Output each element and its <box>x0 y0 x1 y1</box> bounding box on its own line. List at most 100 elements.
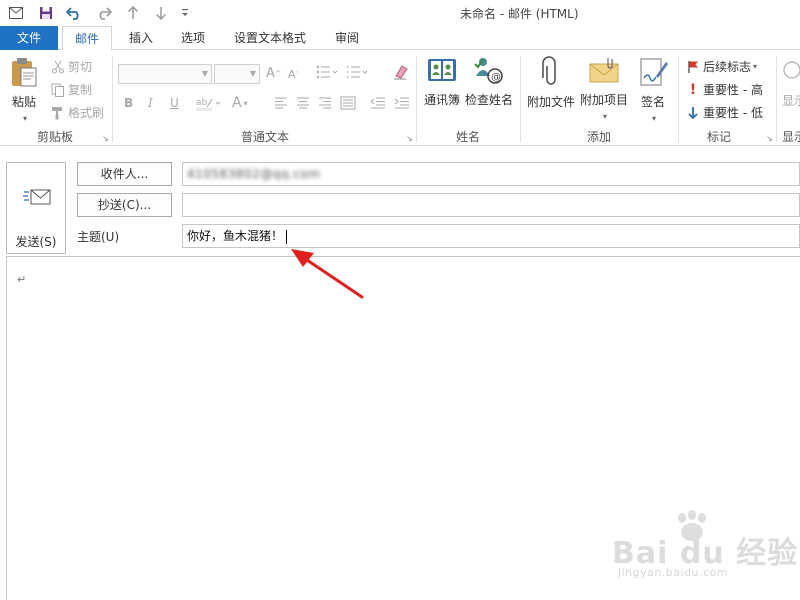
chevron-down-icon: ▼ <box>249 69 256 78</box>
signature-dropdown-icon[interactable]: ▾ <box>652 114 656 123</box>
cut-button[interactable]: 剪切 <box>50 58 92 75</box>
copy-icon <box>50 83 66 97</box>
low-importance-label: 重要性 - 低 <box>703 106 763 120</box>
show-group-label: 显示 <box>782 130 800 144</box>
attach-file-button[interactable]: 附加文件 <box>524 56 578 110</box>
show-button[interactable]: 显示 <box>782 92 800 109</box>
clipboard-group-label: 剪贴板 <box>36 130 73 144</box>
to-field[interactable]: 410583802@qq.com <box>182 162 800 186</box>
font-color-icon[interactable]: A ▾ <box>232 95 248 111</box>
tab-format-text[interactable]: 设置文本格式 <box>222 26 318 50</box>
high-importance-button[interactable]: ! 重要性 - 高 <box>686 81 763 98</box>
copy-button[interactable]: 复制 <box>50 81 92 98</box>
subject-field[interactable]: 你好，鱼木混猪！ <box>182 224 800 248</box>
subject-field-value: 你好，鱼木混猪！ <box>187 229 284 243</box>
tab-review[interactable]: 审阅 <box>324 26 370 50</box>
format-painter-button[interactable]: 格式刷 <box>50 104 104 121</box>
high-importance-label: 重要性 - 高 <box>703 83 763 97</box>
format-painter-label: 格式刷 <box>68 106 105 120</box>
send-button[interactable]: 发送(S) <box>6 162 66 254</box>
font-name-combo[interactable]: ▼ <box>118 64 212 84</box>
ribbon-tabs: 文件 邮件 插入 选项 设置文本格式 审阅 <box>0 26 800 51</box>
attach-item-label: 附加项目 <box>579 93 628 107</box>
signature-button[interactable]: 签名 ▾ <box>634 56 672 124</box>
flag-icon <box>686 60 700 74</box>
tab-options[interactable]: 选项 <box>170 26 216 50</box>
paste-icon <box>12 58 37 87</box>
signature-icon <box>640 58 668 86</box>
ribbon-separator <box>416 56 417 142</box>
scissors-icon <box>50 60 66 74</box>
increase-indent-icon[interactable] <box>394 97 410 109</box>
grow-font-icon[interactable]: A ^ <box>266 66 282 81</box>
cc-button[interactable]: 抄送(C)... <box>77 193 172 217</box>
undo-icon[interactable] <box>64 3 84 23</box>
attach-item-button[interactable]: 附加项目 ▾ <box>578 56 630 122</box>
decrease-indent-icon[interactable] <box>370 97 386 109</box>
window-title: 未命名 - 邮件 (HTML) <box>460 7 579 21</box>
baidu-watermark: Bai du 经验 jingyan.baidu.com <box>612 510 797 590</box>
ribbon-separator <box>112 56 113 142</box>
to-field-value: 410583802@qq.com <box>187 167 321 181</box>
bold-button[interactable]: B <box>124 96 133 110</box>
attach-file-label: 附加文件 <box>526 95 575 109</box>
redo-icon[interactable] <box>94 3 114 23</box>
address-book-icon <box>428 59 456 81</box>
follow-up-button[interactable]: 后续标志 ▾ <box>686 58 757 75</box>
tab-file[interactable]: 文件 <box>0 26 58 50</box>
shrink-font-icon[interactable]: Aˇ <box>288 68 299 81</box>
subject-label: 主题(U) <box>77 230 120 244</box>
numbering-icon[interactable] <box>346 65 376 79</box>
to-button[interactable]: 收件人... <box>77 162 172 186</box>
font-size-combo[interactable]: ▼ <box>214 64 260 84</box>
address-book-label: 通讯簿 <box>423 93 460 107</box>
envelope-attach-icon <box>589 58 619 83</box>
basic-text-launcher-icon[interactable]: ↘ <box>406 134 413 143</box>
down-arrow-icon[interactable] <box>152 3 170 23</box>
title-bar: 未命名 - 邮件 (HTML) <box>0 0 800 26</box>
follow-up-label: 后续标志 <box>703 60 752 74</box>
text-caret <box>286 229 288 244</box>
outlook-app-icon[interactable] <box>6 3 26 23</box>
cut-label: 剪切 <box>68 60 93 74</box>
chevron-down-icon: ▼ <box>201 69 208 78</box>
send-envelope-icon <box>23 189 51 205</box>
clear-formatting-icon[interactable] <box>392 64 410 80</box>
names-group-label: 姓名 <box>455 130 480 144</box>
send-label: 发送(S) <box>15 235 57 249</box>
tab-insert[interactable]: 插入 <box>118 26 164 50</box>
tab-message[interactable]: 邮件 <box>62 26 112 51</box>
align-center-icon[interactable] <box>296 97 310 109</box>
paragraph-mark: ↵ <box>17 273 27 286</box>
check-names-icon: @ <box>474 58 503 84</box>
ribbon: 粘贴 ▾ 剪切 复制 格式刷 剪贴板 ↘ ▼ ▼ A ^ Aˇ B I U ab … <box>0 50 800 146</box>
clipboard-launcher-icon[interactable]: ↘ <box>102 134 109 143</box>
check-names-button[interactable]: @ 检查姓名 <box>464 56 514 108</box>
italic-button[interactable]: I <box>148 96 153 110</box>
highlight-icon[interactable]: ab <box>196 95 224 111</box>
bullets-icon[interactable] <box>316 65 338 79</box>
signature-label: 签名 <box>640 95 665 109</box>
paste-button[interactable]: 粘贴 ▾ <box>6 56 42 124</box>
cc-field[interactable] <box>182 193 800 217</box>
address-book-button[interactable]: 通讯簿 <box>422 56 462 108</box>
underline-button[interactable]: U <box>170 96 179 110</box>
tags-launcher-icon[interactable]: ↘ <box>766 134 773 143</box>
up-arrow-icon[interactable] <box>124 3 142 23</box>
paste-label: 粘贴 <box>11 95 36 109</box>
customize-toolbar-icon[interactable] <box>178 3 192 23</box>
copy-label: 复制 <box>68 83 93 97</box>
watermark-url-text: jingyan.baidu.com <box>618 566 729 579</box>
justify-icon[interactable] <box>340 96 356 110</box>
paste-dropdown-icon[interactable]: ▾ <box>23 114 27 123</box>
paperclip-icon <box>542 56 556 85</box>
save-icon[interactable] <box>36 3 56 23</box>
low-importance-button[interactable]: 重要性 - 低 <box>686 104 763 121</box>
brush-icon <box>50 106 66 120</box>
exclamation-icon: ! <box>689 81 697 98</box>
align-right-icon[interactable] <box>318 97 332 109</box>
show-icon[interactable] <box>782 60 800 80</box>
attach-item-dropdown-icon[interactable]: ▾ <box>603 112 607 121</box>
align-left-icon[interactable] <box>274 97 288 109</box>
check-names-label: 检查姓名 <box>464 93 513 107</box>
